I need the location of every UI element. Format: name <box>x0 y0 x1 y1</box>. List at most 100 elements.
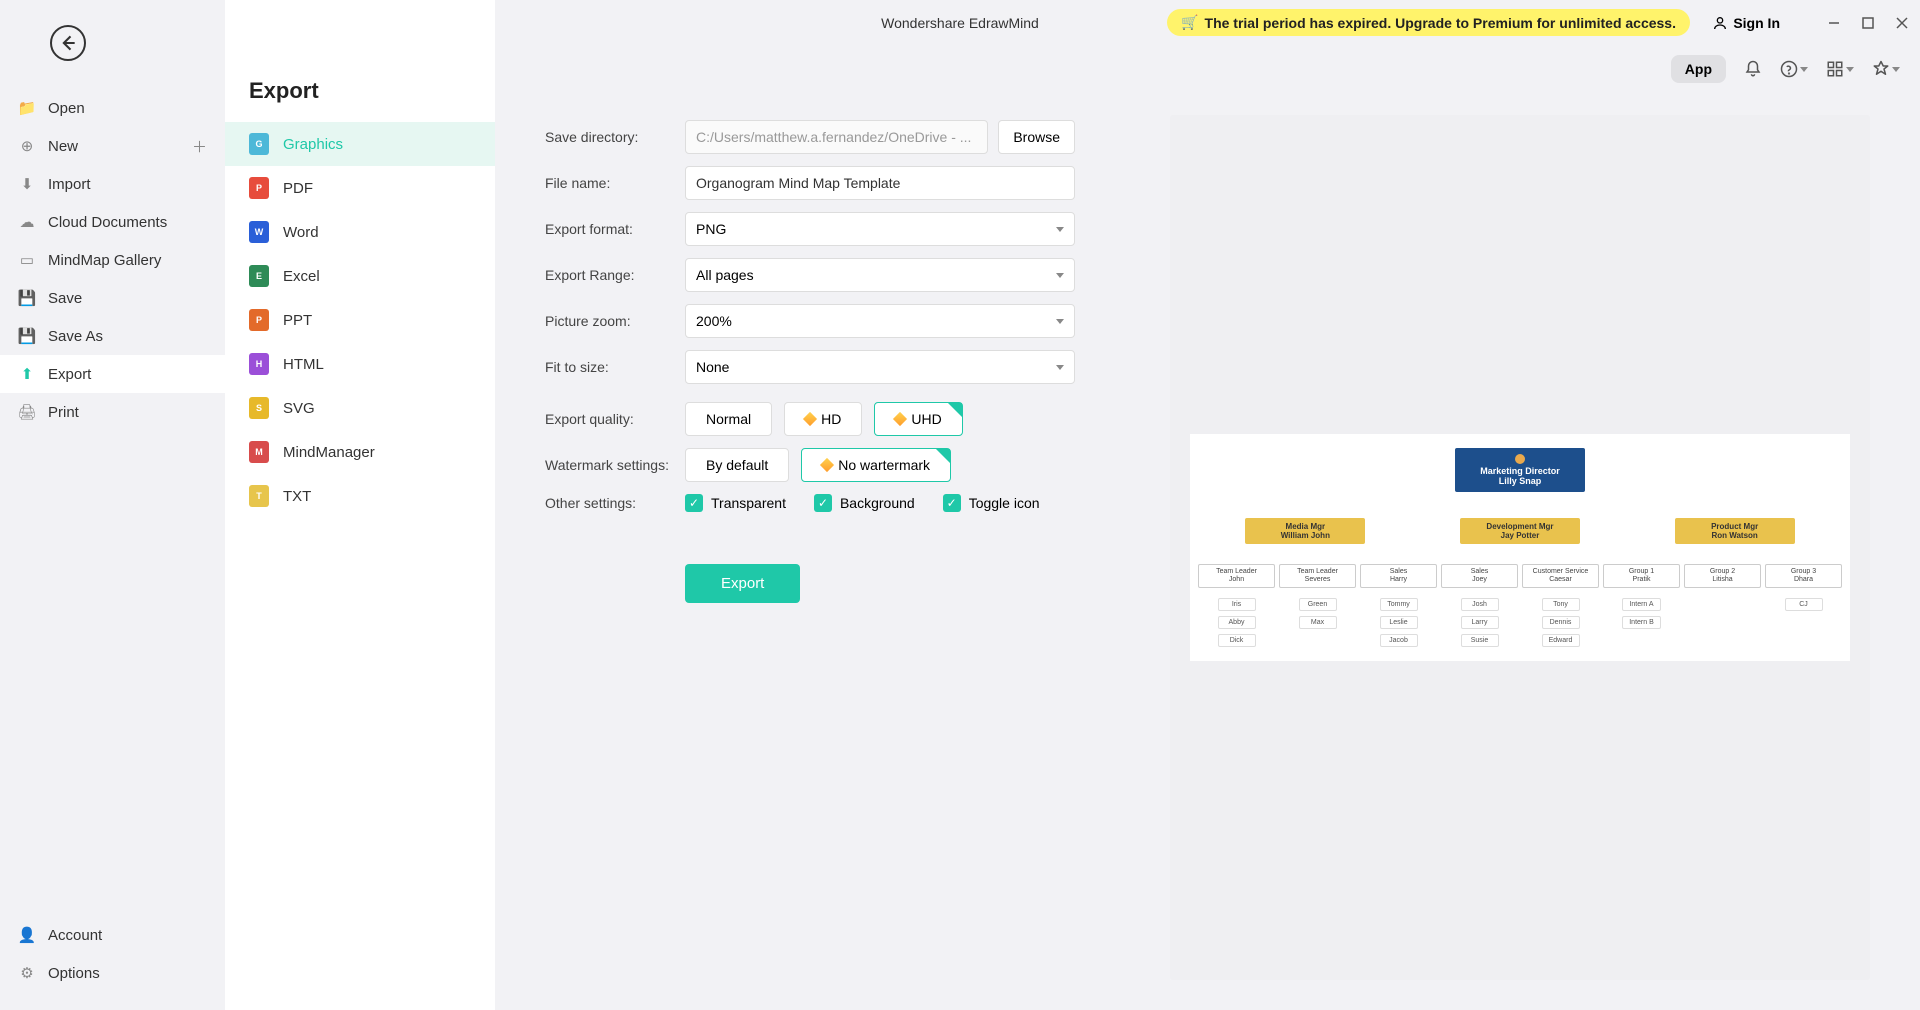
format-item-pdf[interactable]: PPDF <box>225 166 495 210</box>
org-manager-node: Development MgrJay Potter <box>1460 518 1580 544</box>
format-item-svg[interactable]: SSVG <box>225 386 495 430</box>
chevron-down-icon <box>1056 227 1064 232</box>
org-member-node: Green <box>1299 598 1337 611</box>
org-lead-node: SalesHarry <box>1360 564 1437 589</box>
label-export-quality: Export quality: <box>545 411 685 427</box>
gear-icon: ⚙ <box>18 964 36 982</box>
picture-zoom-select[interactable]: 200% <box>685 304 1075 338</box>
org-root-node: Marketing Director Lilly Snap <box>1455 448 1585 492</box>
label-other: Other settings: <box>545 495 685 511</box>
diamond-icon <box>893 412 907 426</box>
import-icon: ⬇ <box>18 175 36 193</box>
org-member-column: CJ <box>1765 598 1842 647</box>
diamond-icon <box>820 458 834 472</box>
quality-hd[interactable]: HD <box>784 402 862 436</box>
format-item-ppt[interactable]: PPPT <box>225 298 495 342</box>
cloud-icon: ☁ <box>18 213 36 231</box>
cb-background[interactable]: ✓Background <box>814 494 915 512</box>
format-item-graphics[interactable]: GGraphics <box>225 122 495 166</box>
format-item-word[interactable]: WWord <box>225 210 495 254</box>
main-area: Save directory: C:/Users/matthew.a.ferna… <box>495 0 1920 1010</box>
save-directory-field[interactable]: C:/Users/matthew.a.fernandez/OneDrive - … <box>685 120 988 154</box>
org-member-column: Tony Dennis Edward <box>1522 598 1599 647</box>
label-save-dir: Save directory: <box>545 129 685 145</box>
org-member-node: Larry <box>1461 616 1499 629</box>
org-member-node: Tommy <box>1380 598 1418 611</box>
nav-save-as[interactable]: 💾Save As <box>0 317 225 355</box>
format-item-excel[interactable]: EExcel <box>225 254 495 298</box>
format-item-html[interactable]: HHTML <box>225 342 495 386</box>
quality-normal[interactable]: Normal <box>685 402 772 436</box>
org-member-node: Iris <box>1218 598 1256 611</box>
org-member-node: Edward <box>1542 634 1580 647</box>
org-member-node: Intern B <box>1622 616 1661 629</box>
browse-button[interactable]: Browse <box>998 120 1075 154</box>
gallery-icon: ▭ <box>18 251 36 269</box>
nav-list: 📁Open ⊕New＋ ⬇Import ☁Cloud Documents ▭Mi… <box>0 89 225 431</box>
account-icon: 👤 <box>18 926 36 944</box>
org-member-node: Intern A <box>1622 598 1660 611</box>
org-member-column <box>1684 598 1761 647</box>
org-member-column: JoshLarrySusie <box>1441 598 1518 647</box>
org-manager-node: Media MgrWilliam John <box>1245 518 1365 544</box>
checkbox-icon: ✓ <box>943 494 961 512</box>
chevron-down-icon <box>1056 273 1064 278</box>
nav-import[interactable]: ⬇Import <box>0 165 225 203</box>
file-name-field[interactable]: Organogram Mind Map Template <box>685 166 1075 200</box>
export-format-panel: Export GGraphicsPPDFWWordEExcelPPPTHHTML… <box>225 0 495 1010</box>
export-title: Export <box>225 78 495 122</box>
format-item-txt[interactable]: TTXT <box>225 474 495 518</box>
org-member-node: Dennis <box>1542 616 1580 629</box>
checkbox-icon: ✓ <box>814 494 832 512</box>
folder-icon: 📁 <box>18 99 36 117</box>
save-icon: 💾 <box>18 289 36 307</box>
plus-icon[interactable]: ＋ <box>192 136 207 157</box>
org-member-node: Leslie <box>1380 616 1418 629</box>
nav-print[interactable]: 🖨Print <box>0 393 225 431</box>
org-manager-node: Product MgrRon Watson <box>1675 518 1795 544</box>
nav-options[interactable]: ⚙Options <box>0 954 225 992</box>
org-lead-node: Team LeaderJohn <box>1198 564 1275 589</box>
file-type-icon: W <box>249 221 269 243</box>
org-lead-node: Customer ServiceCaesar <box>1522 564 1599 589</box>
quality-uhd[interactable]: UHD <box>874 402 962 436</box>
org-member-node: Josh <box>1461 598 1499 611</box>
export-range-select[interactable]: All pages <box>685 258 1075 292</box>
back-button[interactable] <box>50 25 86 61</box>
diamond-icon <box>803 412 817 426</box>
org-lead-node: Team LeaderSeveres <box>1279 564 1356 589</box>
export-format-select[interactable]: PNG <box>685 212 1075 246</box>
org-member-node: Abby <box>1218 616 1256 629</box>
watermark-none[interactable]: No wartermark <box>801 448 951 482</box>
export-button[interactable]: Export <box>685 564 800 603</box>
org-member-column: GreenMax <box>1279 598 1356 647</box>
checkbox-icon: ✓ <box>685 494 703 512</box>
cb-transparent[interactable]: ✓Transparent <box>685 494 786 512</box>
org-member-node: CJ <box>1785 598 1823 611</box>
nav-account[interactable]: 👤Account <box>0 916 225 954</box>
nav-export[interactable]: ⬆Export <box>0 355 225 393</box>
org-member-column: Intern A Intern B <box>1603 598 1680 647</box>
nav-open[interactable]: 📁Open <box>0 89 225 127</box>
org-member-node: Dick <box>1218 634 1256 647</box>
fit-to-size-select[interactable]: None <box>685 350 1075 384</box>
nav-cloud[interactable]: ☁Cloud Documents <box>0 203 225 241</box>
save-as-icon: 💾 <box>18 327 36 345</box>
watermark-default[interactable]: By default <box>685 448 789 482</box>
org-lead-node: Group 3Dhara <box>1765 564 1842 589</box>
nav-save[interactable]: 💾Save <box>0 279 225 317</box>
file-type-icon: P <box>249 177 269 199</box>
org-lead-node: Group 1Pratik <box>1603 564 1680 589</box>
nav-new[interactable]: ⊕New＋ <box>0 127 225 165</box>
file-type-icon: S <box>249 397 269 419</box>
print-icon: 🖨 <box>18 403 36 421</box>
cb-toggle-icon[interactable]: ✓Toggle icon <box>943 494 1040 512</box>
arrow-left-icon <box>58 33 78 53</box>
nav-gallery[interactable]: ▭MindMap Gallery <box>0 241 225 279</box>
file-type-icon: T <box>249 485 269 507</box>
sidebar-bottom: 👤Account ⚙Options <box>0 916 225 992</box>
format-item-mindmanager[interactable]: MMindManager <box>225 430 495 474</box>
chevron-down-icon <box>1056 365 1064 370</box>
org-member-node: Jacob <box>1380 634 1418 647</box>
org-member-node: Tony <box>1542 598 1580 611</box>
